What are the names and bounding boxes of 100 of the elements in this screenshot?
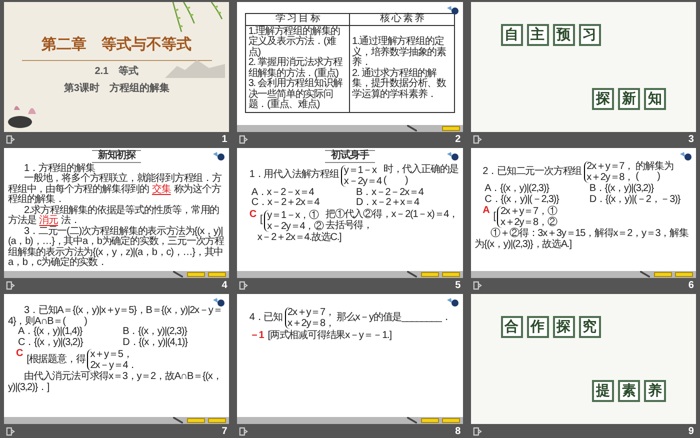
section-header-label: 初试身手 (325, 150, 375, 162)
answer-option: A．x－2－x＝4 (251, 188, 354, 198)
fill-in-answer: 消元 (38, 215, 60, 226)
slide-text: 由代入消元法可求得x＝3，y＝2，故A∩B＝{(x，y)|(3,2)}．] (8, 371, 222, 392)
slide-number: 1 (222, 132, 228, 146)
slide-thumbnail[interactable]: 自 主 预 习 探 新 知 (470, 2, 696, 132)
section-title: 2.1 等式 (94, 64, 139, 78)
slide-number: 9 (688, 424, 694, 438)
table-cell-text: 3. 会利用方程组知识解决一些简单的实际问题．(重点、难点) (248, 79, 344, 110)
slide-thumbnail[interactable]: 学 习 目 标 核 心 素 养 1.理解方程组的解集的定义及表示方法．(难点) 2. 掌握用消元法求方程组解集的方法．(重点) 3. 会利用方程组知识解决一些简单的实际问题．(重点、难点) 1.通过理解方程组的定义，培养数学抽象的素养． 2. 通过求方程组的解集，提升数据分析、数学运算的学科素养． (237, 2, 463, 132)
nav-button[interactable] (654, 272, 672, 277)
title-character-tile: 探 (552, 316, 575, 338)
title-character-tile: 合 (500, 316, 523, 338)
title-character-tile: 习 (578, 24, 601, 46)
nav-button[interactable] (187, 272, 206, 277)
answer-letter: A (482, 206, 490, 216)
sound-badge-icon (680, 151, 692, 161)
nav-button[interactable] (674, 272, 693, 277)
column-header: 学 习 目 标 (246, 14, 350, 26)
slide-text: ①＋②得：3x＋3y＝15，解得x＝2，y＝3，解集为{(x，y)|(2,3)}，故选A.] (474, 228, 688, 250)
title-character-tile: 新 (618, 88, 640, 110)
table-cell-text: 2. 掌握用消元法求方程组解集的方法．(重点) (248, 58, 344, 78)
slide-number: 7 (222, 424, 228, 438)
answer-option: C．x－2＋2x＝4 (251, 198, 354, 208)
mountain-drawing (165, 58, 226, 78)
slide-text: x－2＋2x＝4.故选C.] (257, 232, 342, 242)
pen-icon (406, 417, 417, 424)
title-character-tile: 知 (644, 88, 666, 110)
slide-thumbnail[interactable]: 合 作 探 究 提 素 养 (470, 294, 696, 424)
answer-option: B．x－2－2x＝4 (356, 188, 459, 198)
nav-button[interactable] (187, 418, 206, 423)
title-character-tile: 自 (500, 24, 523, 46)
section-header-label: 新知初探 (92, 150, 142, 162)
transition-icon (472, 280, 482, 290)
answer-option: C．{(x，y)|(3,2)} (18, 338, 121, 348)
answer-option: C．{(x，y)|(－2,3)} (484, 194, 588, 205)
answer-option: D．{(x，y)|(－2，－3)} (589, 194, 692, 205)
title-character-tile: 探 (592, 88, 614, 110)
chapter-title: 第二章 等式与不等式 (42, 35, 192, 55)
answer-option: B．{(x，y)|(3,2)} (589, 184, 692, 194)
transition-icon (6, 426, 15, 436)
lesson-title: 第3课时 方程组的解集 (64, 81, 170, 96)
slide-text: 3．已知A＝{(x，y)|x＋y＝5}，B＝{(x，y)|2x－y＝4}，则A∩B＝( ) (8, 305, 222, 326)
pen-icon (173, 417, 184, 424)
nav-button[interactable] (208, 272, 226, 277)
sound-badge-icon (446, 297, 459, 307)
nav-button[interactable] (442, 126, 460, 131)
paragraph-text: 一般地，将多个方程联立，就能得到方程组．方程组中，由每个方程的解集得到的 交集 称为这个方程组的解集． (8, 174, 222, 205)
pen-icon (406, 271, 417, 278)
slide-text: 1．方程组的解集 (24, 162, 95, 174)
equation-system: 2x＋y＝7，① x＋2y＝8，② (497, 206, 557, 228)
slide-text: 时，代入正确的是( ) (383, 165, 459, 186)
nav-button[interactable] (442, 418, 460, 423)
slide-text: 3．二元一(二)次方程组解集的表示方法为{(x，y)|(a，b)，…}，其中a，b为确定的实数，三元一次方程组解集的表示方法为{(x，y，z)|(a，b，c)，…}，其中a，b，c为确定的实数． (8, 226, 224, 268)
sound-badge-icon (446, 151, 459, 161)
answer-option: D．{(x，y)|(4,1)} (122, 338, 226, 348)
answer-letter: C (249, 210, 256, 220)
answer-letter: C (16, 349, 23, 360)
table-cell-text: 1.理解方程组的解集的定义及表示方法．(难点) (248, 26, 342, 58)
slide-number: 2 (455, 132, 461, 146)
transition-icon (472, 134, 482, 144)
paragraph-text: 2.求方程组解集的依据是等式的性质等，常用的方法是 消元 法． (8, 206, 220, 226)
title-character-tile: 主 (526, 24, 549, 46)
slide-text: 2．已知二元一次方程组 (482, 166, 582, 178)
slide-text: 1．用代入法解方程组 (249, 170, 339, 181)
slide-text: 的解集为( ) (636, 162, 674, 182)
slide-thumbnail[interactable]: 第二章 等式与不等式 2.1 等式 第3课时 方程组的解集 (4, 2, 230, 132)
column-header: 核 心 素 养 (350, 14, 454, 26)
title-character-tile: 究 (578, 316, 601, 338)
pen-icon (406, 125, 417, 132)
equation-system: y＝1－x x－2y＝4 (340, 164, 382, 186)
slide-number: 5 (455, 278, 461, 292)
nav-button[interactable] (420, 418, 439, 423)
slide-number: 8 (455, 424, 461, 438)
fill-in-answer: 交集 (151, 184, 172, 194)
title-character-tile: 预 (552, 24, 575, 46)
title-character-tile: 养 (644, 380, 666, 402)
table-cell-text: 2. 通过求方程组的解集，提升数据分析、数学运算的学科素养． (352, 68, 447, 100)
slide-thumbnail[interactable]: 新知初探 1．方程组的解集 一般地，将多个方程联立，就能得到方程组．方程组中，由每个方程的解集得到的 交集 称为这个方程组的解集． 2.求方程组解集的依据是等式的性质等，常用的方法是 消元 法． 3．二元一(二)次方程组解集的表示方法为{(x，y)|(a，b)，…}，其中a，b为确定的实数，三元一次方程组解集的表示方法为{(x，y，z)|(a，b，c)，…}，其中a，b，c为确定的实数． (4, 148, 230, 278)
answer-option: D．x－2＋x＝4 (356, 198, 459, 208)
nav-button[interactable] (208, 418, 226, 423)
transition-icon (239, 280, 248, 290)
slide-number: 4 (222, 278, 228, 292)
transition-icon (6, 280, 15, 290)
nav-button[interactable] (442, 272, 460, 277)
slide-text: [ (493, 212, 496, 222)
nav-button[interactable] (420, 272, 439, 277)
equation-system: 2x＋y＝7， x＋2y＝8， (284, 307, 334, 329)
transition-icon (6, 134, 15, 144)
slide-text: 那么x－y的值是________． (336, 312, 451, 324)
slide-text: [ (260, 215, 262, 226)
slide-number: 6 (688, 278, 694, 292)
slide-text: [两式相减可得结果x－y＝－1.] (268, 331, 392, 342)
title-character-tile: 作 (526, 316, 549, 338)
answer-option: A．{(x，y)|(1,4)} (18, 327, 121, 338)
equation-system: 2x＋y＝7， x＋2y＝8， (584, 161, 634, 183)
title-character-tile: 提 (592, 380, 614, 402)
transition-icon (239, 134, 248, 144)
transition-icon (472, 426, 482, 436)
table-cell-text: 1.通过理解方程组的定义，培养数学抽象的素养． (352, 37, 448, 68)
